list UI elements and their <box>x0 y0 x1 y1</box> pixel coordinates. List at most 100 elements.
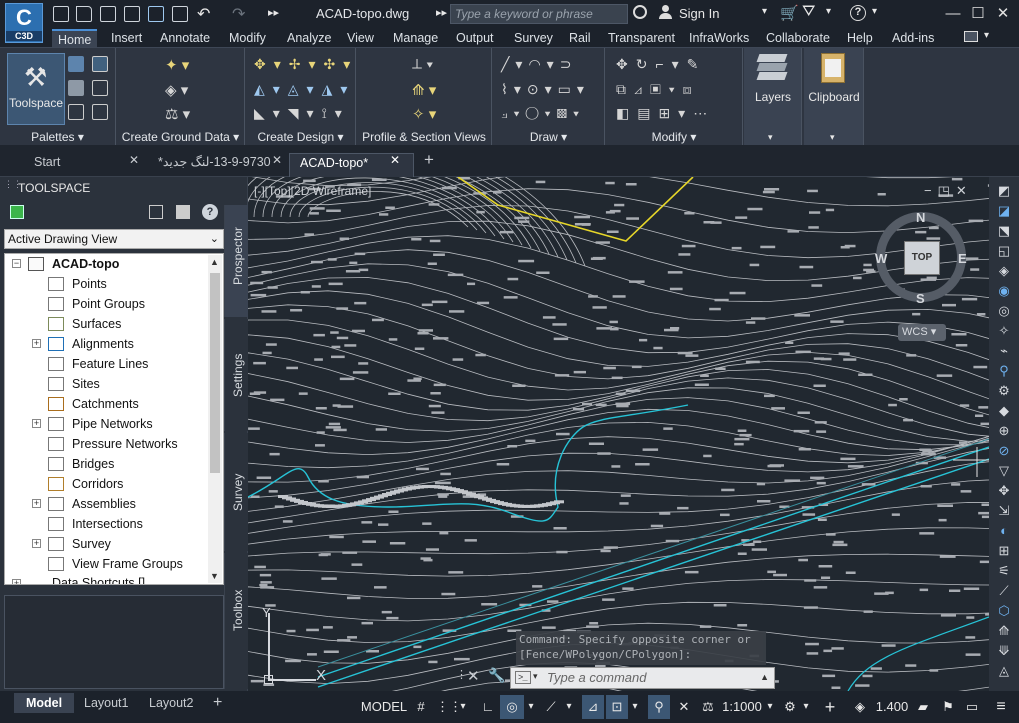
tree-item[interactable]: Bridges <box>72 454 114 474</box>
minimize-button[interactable]: — <box>943 4 963 24</box>
create-design-row3-icons[interactable]: ◣▾◥▾⟟▾ <box>254 105 350 122</box>
command-grip-icon[interactable]: ⋮ <box>456 668 467 681</box>
tree-item[interactable]: Catchments <box>72 394 139 414</box>
tab-drawing-2[interactable]: 13-9-9730-لنگ جدید* <box>158 153 271 177</box>
tree-item[interactable]: Intersections <box>72 514 143 534</box>
app-logo[interactable]: C C3D <box>5 3 43 43</box>
compass-south[interactable]: S <box>916 291 925 306</box>
clipboard-panel[interactable]: Clipboard ▾ <box>804 48 864 146</box>
tab-infraworks[interactable]: InfraWorks <box>689 29 749 47</box>
workspace-dropdown-icon[interactable]: ▾ <box>800 695 812 719</box>
command-expand-icon[interactable]: ▲ <box>760 672 769 682</box>
tool-palette-icon[interactable]: ⊕ <box>995 423 1013 441</box>
viewcube-top[interactable]: TOP <box>904 241 940 275</box>
profile-tool-icon[interactable]: ⟂ ▾ <box>412 56 434 73</box>
isodraft-dropdown-icon[interactable]: ▾ <box>562 695 576 719</box>
tool-palette-icon[interactable]: ⇲ <box>995 503 1013 521</box>
tree-item[interactable]: Surfaces <box>72 314 121 334</box>
tab-home[interactable]: Home <box>52 29 98 47</box>
grid-icon[interactable]: # <box>412 695 430 719</box>
tool-palette-icon[interactable]: ◐ <box>995 523 1013 541</box>
close-button[interactable]: ✕ <box>993 4 1013 24</box>
redo-icon[interactable]: ↷ <box>232 4 245 24</box>
tool-palette-icon[interactable]: ◆ <box>995 403 1013 421</box>
tool-palette-icon[interactable]: ⟋ <box>995 583 1013 601</box>
tool-palette-icon[interactable]: ◈ <box>995 263 1013 281</box>
tree-item[interactable]: Pipe Networks <box>72 414 153 434</box>
compass-north[interactable]: N <box>916 210 925 225</box>
tool-palette-icon[interactable]: ⬡ <box>995 603 1013 621</box>
profile-section-views-label[interactable]: Profile & Section Views <box>357 130 491 144</box>
layout-tab-layout2[interactable]: Layout2 <box>149 693 193 713</box>
more-quick-access-icon[interactable]: ▸▸ <box>268 6 279 19</box>
command-prompt-icon[interactable]: >_ <box>515 671 531 684</box>
tab-help[interactable]: Help <box>847 29 873 47</box>
points-tool-icon[interactable]: ✦ ▾ <box>165 56 189 74</box>
recent-commands-icon[interactable]: ▾ <box>533 671 538 682</box>
command-customize-icon[interactable]: 🔧 <box>488 667 505 684</box>
tree-item[interactable]: Alignments <box>72 334 134 354</box>
sign-in-dropdown-icon[interactable]: ▾ <box>762 6 767 17</box>
tree-expand-icon[interactable]: + <box>12 579 21 584</box>
annotation-scale-value[interactable]: 1:1000 <box>722 695 762 719</box>
prospector-tree[interactable]: − ACAD-topo Points Point Groups Surfaces + A… <box>4 253 224 585</box>
panorama-icon[interactable] <box>68 56 84 72</box>
export-icon[interactable] <box>148 6 164 22</box>
tool-palette-icon[interactable]: ⚲ <box>995 363 1013 381</box>
tool-palette-icon[interactable]: ◱ <box>995 243 1013 261</box>
create-ground-data-label[interactable]: Create Ground Data ▾ <box>117 130 244 144</box>
tree-expand-icon[interactable]: + <box>32 339 41 348</box>
tree-expand-icon[interactable]: + <box>32 539 41 548</box>
tree-item[interactable]: View Frame Groups <box>72 554 183 574</box>
tree-scrollbar[interactable]: ▲ ▼ <box>208 255 222 583</box>
tool-palette-icon[interactable]: ◩ <box>995 183 1013 201</box>
tab-rail[interactable]: Rail <box>569 29 591 47</box>
palettes-panel-label[interactable]: Palettes ▾ <box>0 130 115 144</box>
isolate-objects-icon[interactable]: ⚑ <box>938 695 958 719</box>
tool-palette-icon[interactable]: ⚙ <box>995 383 1013 401</box>
view-selector[interactable]: Active Drawing View ⌄ <box>4 229 224 249</box>
help-dropdown-icon[interactable]: ▾ <box>872 6 877 17</box>
new-tab-icon[interactable]: + <box>424 150 434 170</box>
tree-expand-icon[interactable]: + <box>32 499 41 508</box>
command-close-icon[interactable]: ✕ <box>467 667 480 685</box>
tool-palette-icon[interactable]: ◪ <box>995 203 1013 221</box>
draw-row1-icons[interactable]: ╱▾◠▾⊃ <box>501 56 577 73</box>
elevation-icon[interactable]: ◈ <box>850 695 870 719</box>
save-icon[interactable] <box>100 6 116 22</box>
tool-palette-icon[interactable]: ⌁ <box>995 343 1013 361</box>
tab-add-ins[interactable]: Add-ins <box>892 29 934 47</box>
save-as-icon[interactable] <box>124 6 140 22</box>
layout-tab-model[interactable]: Model <box>14 693 74 713</box>
tab-modify[interactable]: Modify <box>229 29 266 47</box>
maximize-button[interactable]: ☐ <box>968 4 988 24</box>
tab-annotate[interactable]: Annotate <box>160 29 210 47</box>
sign-in-link[interactable]: Sign In <box>679 6 719 21</box>
tree-expand-icon[interactable]: + <box>32 419 41 428</box>
tab-acad-topo-close-icon[interactable]: ✕ <box>390 153 400 167</box>
tree-item[interactable]: Survey <box>72 534 111 554</box>
customization-menu-icon[interactable]: ≡ <box>990 695 1012 719</box>
tab-output[interactable]: Output <box>456 29 494 47</box>
model-space-button[interactable]: MODEL <box>360 695 408 719</box>
tree-item[interactable]: Point Groups <box>72 294 145 314</box>
compass-west[interactable]: W <box>875 251 887 266</box>
object-snap-icon[interactable]: ⊡ <box>606 695 628 719</box>
undo-icon[interactable]: ↶ <box>197 4 210 24</box>
object-snap-tracking-icon[interactable]: ⊿ <box>582 695 604 719</box>
tab-start-close-icon[interactable]: ✕ <box>129 153 139 167</box>
polar-dropdown-icon[interactable]: ▾ <box>524 695 538 719</box>
create-design-label[interactable]: Create Design ▾ <box>246 130 355 144</box>
search-icon[interactable] <box>633 5 647 19</box>
wcs-menu[interactable]: WCS ▾ <box>898 324 946 341</box>
snap-dropdown-icon[interactable]: ▾ <box>456 695 470 719</box>
search-input[interactable]: Type a keyword or phrase <box>450 4 628 24</box>
tab-analyze[interactable]: Analyze <box>287 29 331 47</box>
tool-palette-icon[interactable]: ◬ <box>995 663 1013 681</box>
tab-drawing-2-close-icon[interactable]: ✕ <box>272 153 282 167</box>
tab-toolspace-survey[interactable]: Survey <box>224 433 248 551</box>
tree-item[interactable]: Corridors <box>72 474 123 494</box>
layers-panel[interactable]: Layers ▾ <box>744 48 802 146</box>
tree-item[interactable]: Sites <box>72 374 100 394</box>
tree-collapse-icon[interactable]: − <box>12 259 21 268</box>
